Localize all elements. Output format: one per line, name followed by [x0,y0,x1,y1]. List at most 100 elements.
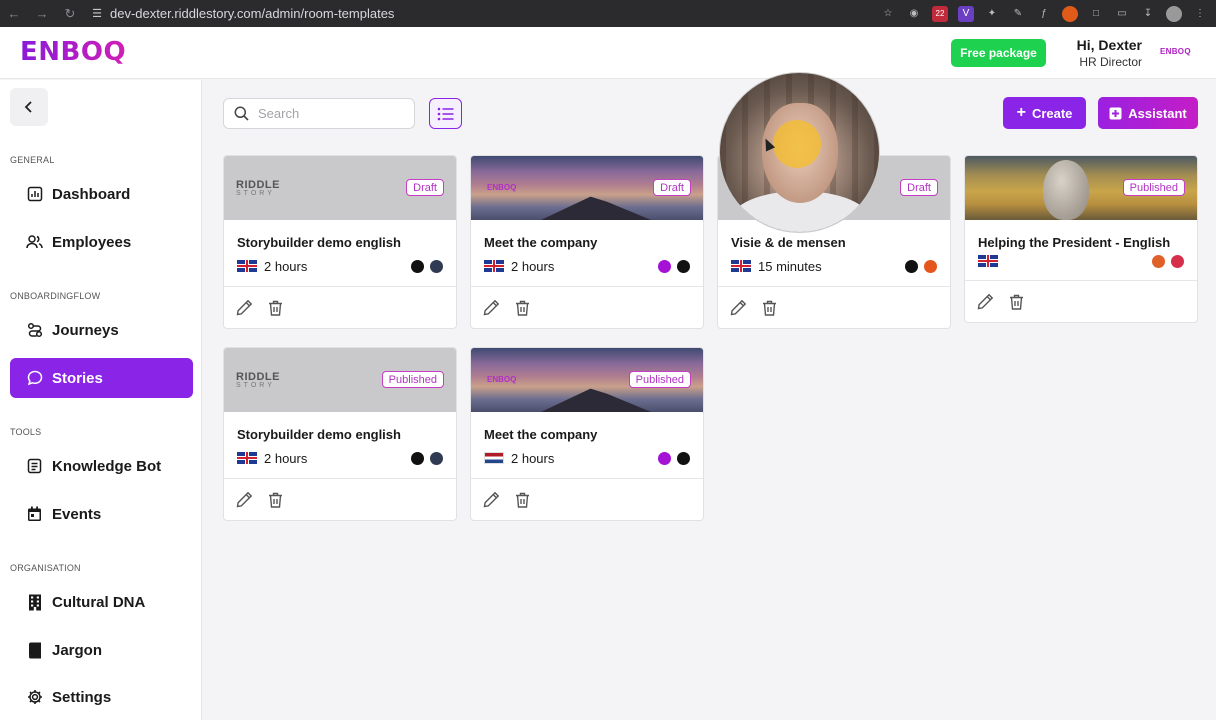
story-thumbnail: ENBOQ Published [471,348,703,412]
extension-puzzle-icon[interactable]: ✦ [984,6,1000,22]
reload-icon[interactable]: ↻ [56,0,84,27]
netherlands-flag-icon [484,452,504,464]
extensions-icon[interactable]: □ [1088,6,1104,22]
menu-icon[interactable]: ⋮ [1192,6,1208,22]
forward-arrow-icon[interactable]: → [28,0,56,27]
sidebar-item-settings[interactable]: Settings [10,677,193,717]
story-card[interactable]: RIDDLE STORY Published Storybuilder demo … [223,347,457,521]
mountain-image [541,388,651,412]
pencil-icon[interactable] [483,491,500,508]
profile-avatar-icon[interactable] [1166,5,1182,22]
extension-badge-count: 22 [935,9,945,18]
uk-flag-icon [237,260,257,272]
trash-icon[interactable] [515,492,530,508]
sidebar-item-knowledge-bot[interactable]: Knowledge Bot [10,446,193,486]
story-card[interactable]: ENBOQ Published Meet the company 2 hours [470,347,704,521]
trash-icon[interactable] [268,300,283,316]
sidebar: GENERAL Dashboard Employees ONBOARDINGFL… [0,80,202,720]
greeting-text: Hi, Dexter [1076,37,1142,53]
list-view-button[interactable] [429,98,462,129]
sidebar-item-events[interactable]: Events [10,494,193,534]
sidebar-item-journeys[interactable]: Journeys [10,310,193,350]
enboq-watermark: ENBOQ [487,375,517,384]
riddle-logo-bottom: STORY [236,382,275,389]
gear-icon [26,689,43,706]
story-card[interactable]: ENBOQ Draft Meet the company 2 hours [470,155,704,329]
story-title: Storybuilder demo english [237,427,401,442]
color-dot [411,451,424,465]
riddle-logo-bottom: STORY [236,190,275,197]
collapse-sidebar-button[interactable] [10,88,48,126]
color-dot [924,259,937,273]
trash-icon[interactable] [268,492,283,508]
trash-icon[interactable] [515,300,530,316]
sidebar-item-employees[interactable]: Employees [10,222,193,262]
pencil-icon[interactable] [236,491,253,508]
extension-pen-icon[interactable]: ✎ [1010,6,1026,22]
story-title: Storybuilder demo english [237,235,401,250]
pencil-icon[interactable] [483,299,500,316]
pencil-icon[interactable] [730,299,747,316]
document-icon [26,458,43,475]
sidebar-item-dashboard[interactable]: Dashboard [10,174,193,214]
sidebar-item-label: Knowledge Bot [52,457,162,475]
sidebar-item-label: Dashboard [52,185,131,203]
search-icon [234,106,249,121]
user-greeting[interactable]: Hi, Dexter HR Director [1060,37,1142,69]
story-thumbnail: RIDDLE STORY Draft [224,156,456,220]
assistant-button[interactable]: Assistant [1098,97,1198,129]
back-arrow-icon[interactable]: ← [0,0,28,27]
story-thumbnail: Published [965,156,1197,220]
sidebar-item-label: Cultural DNA [52,593,146,611]
enboq-watermark: ENBOQ [487,183,517,192]
chevron-left-icon [24,101,32,113]
search-field[interactable] [223,98,415,129]
sidebar-item-cultural-dna[interactable]: Cultural DNA [10,582,193,622]
extension-fx-icon[interactable]: ƒ [1036,6,1052,22]
company-avatar[interactable]: ENBOQ [1160,47,1191,56]
color-dot [658,451,671,465]
cursor-highlight [773,120,821,168]
status-badge: Draft [900,179,938,196]
sidebar-item-label: Events [52,505,102,523]
story-card[interactable]: RIDDLE STORY Draft Storybuilder demo engl… [223,155,457,329]
uk-flag-icon [978,255,998,267]
riddle-story-logo: RIDDLE STORY [236,179,280,197]
trash-icon[interactable] [762,300,777,316]
egg-sculpture-image [1043,160,1089,220]
section-onboardingflow: ONBOARDINGFLOW [10,291,101,301]
extension-badge-icon[interactable]: 22 [932,5,948,22]
calendar-icon [26,506,43,523]
trash-icon[interactable] [1009,294,1024,310]
section-general: GENERAL [10,155,55,165]
sidebar-item-label: Jargon [52,641,103,659]
pencil-icon[interactable] [236,299,253,316]
search-input[interactable] [258,106,398,121]
color-dot [677,259,690,273]
cast-icon[interactable]: ▭ [1114,6,1130,22]
address-bar[interactable]: dev-dexter.riddlestory.com/admin/room-te… [110,6,394,21]
story-duration: 2 hours [511,450,555,466]
story-title: Meet the company [484,235,598,250]
building-icon [26,594,43,611]
pencil-icon[interactable] [977,293,994,310]
users-icon [26,234,43,251]
extension-v-icon[interactable]: V [958,5,974,22]
download-icon[interactable]: ↧ [1140,6,1156,22]
sidebar-item-label: Journeys [52,321,119,339]
color-dot [1152,254,1165,268]
sidebar-item-label: Stories [52,369,103,387]
sidebar-item-stories[interactable]: Stories [10,358,193,398]
star-icon[interactable]: ☆ [880,6,896,22]
enboq-logo[interactable]: ENBOQ [20,37,126,67]
create-button[interactable]: + Create [1003,97,1086,129]
site-settings-icon[interactable]: ☰ [90,7,104,21]
story-duration: 2 hours [511,258,555,274]
camera-icon[interactable]: ◉ [906,6,922,22]
browser-toolbar: ← → ↻ ☰ dev-dexter.riddlestory.com/admin… [0,0,1216,27]
sidebar-item-jargon[interactable]: Jargon [10,630,193,670]
free-package-button[interactable]: Free package [951,39,1046,67]
story-card[interactable]: Published Helping the President - Englis… [964,155,1198,323]
user-role: HR Director [1079,55,1142,69]
extension-orange-icon[interactable] [1062,5,1078,22]
